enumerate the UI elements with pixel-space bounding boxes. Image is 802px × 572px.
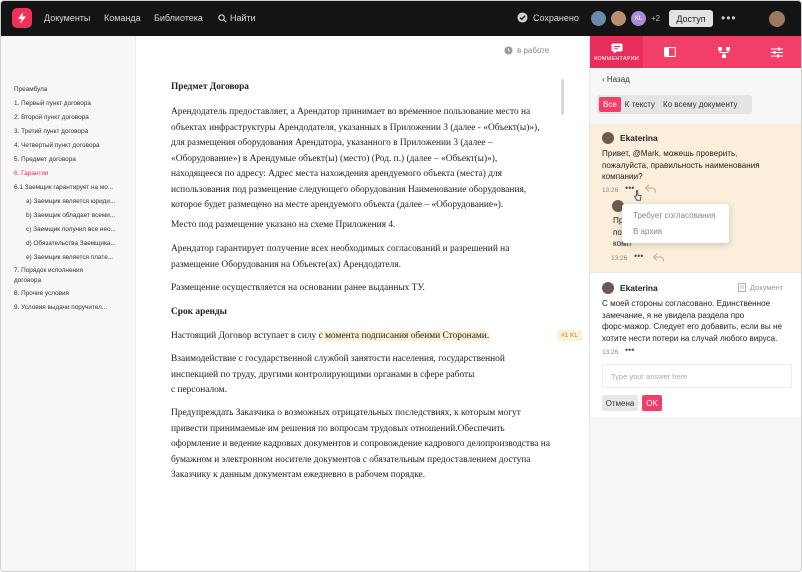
toc-item-active[interactable]: 6. Гарантии: [14, 169, 48, 178]
tab-layout[interactable]: [643, 36, 696, 68]
comment-thread[interactable]: Ekaterina Привет, @Mark, можешь проверит…: [590, 124, 801, 272]
check-circle-icon: [517, 12, 528, 23]
comment-scope-label: Документ: [750, 283, 784, 292]
cancel-button[interactable]: Отмена: [602, 395, 638, 411]
toc-item[interactable]: 1. Первый пункт договора: [14, 99, 91, 108]
toc-item[interactable]: a) Заемщик является юриди...: [26, 197, 126, 206]
clock-icon: [504, 46, 513, 55]
search-icon: [218, 13, 227, 22]
toc-item[interactable]: 7. Порядок исполнения договора: [14, 266, 109, 286]
cursor-icon: [634, 190, 642, 201]
sliders-icon: [771, 47, 783, 57]
toc-item[interactable]: 4. Четвертый пункт договора: [14, 141, 100, 150]
paragraph[interactable]: Арендатор гарантирует получение всех нео…: [171, 242, 561, 273]
toc-item[interactable]: 3. Третий пункт договора: [14, 127, 88, 136]
comment-icon: [611, 43, 622, 53]
comment-scope: Документ: [738, 283, 783, 292]
nav-search[interactable]: Найти: [218, 13, 256, 23]
top-bar: Документы Команда Библиотека Найти Сохра…: [1, 1, 801, 36]
reply-icon[interactable]: [645, 184, 656, 193]
filter-to-text[interactable]: К тексту: [621, 97, 659, 112]
nav-team[interactable]: Команда: [104, 13, 141, 23]
avatar: [602, 132, 614, 144]
menu-item-needs-approval[interactable]: Требует согласования: [633, 211, 715, 220]
collaborators[interactable]: KL +2: [591, 11, 660, 26]
user-avatar[interactable]: [769, 11, 785, 27]
comment-filters: Все К тексту Ко всему документу: [597, 95, 752, 114]
paragraph[interactable]: Размещение осуществляется на основании р…: [171, 281, 561, 297]
toc-item[interactable]: 5. Предмет договора: [14, 155, 76, 164]
nav-documents[interactable]: Документы: [44, 13, 90, 23]
nav-search-label: Найти: [230, 13, 256, 23]
comments-panel: КОММЕНТАРИИ ‹ Назад Все К тексту Ко всем…: [589, 36, 801, 571]
toc-item[interactable]: 9. Условия выдачи поручител...: [14, 303, 124, 312]
reply-time: 13:26: [611, 255, 628, 262]
panel-tabs: КОММЕНТАРИИ: [590, 36, 801, 68]
section-heading: Предмет Договора: [171, 82, 249, 92]
ok-button[interactable]: OK: [642, 395, 662, 411]
hierarchy-icon: [717, 46, 730, 58]
comment-time: 13:26: [602, 187, 619, 194]
more-icon[interactable]: •••: [721, 11, 737, 25]
nav-library[interactable]: Библиотека: [154, 13, 203, 23]
more-users-count[interactable]: +2: [651, 14, 660, 23]
paragraph[interactable]: Место под размещение указано на схеме Пр…: [171, 218, 561, 234]
toc-item[interactable]: Преамбула: [14, 85, 47, 94]
tab-structure[interactable]: [697, 36, 750, 68]
filter-all[interactable]: Все: [599, 97, 621, 112]
tab-comments-label: КОММЕНТАРИИ: [594, 55, 639, 62]
layout-icon: [663, 47, 676, 57]
paragraph[interactable]: Арендодатель предоставляет, а Арендатор …: [171, 105, 561, 214]
saved-status: Сохранено: [517, 12, 579, 23]
toc-item[interactable]: 8. Прочие условия: [14, 289, 69, 298]
comment-time: 13:26: [602, 349, 619, 356]
comment-text: С моей стороны согласовано. Единственное…: [602, 299, 782, 343]
filter-whole-document[interactable]: Ко всему документу: [659, 97, 742, 112]
comment-author: Ekaterina: [620, 133, 658, 143]
back-link[interactable]: ‹ Назад: [602, 75, 630, 84]
tab-comments[interactable]: КОММЕНТАРИИ: [590, 36, 643, 68]
answer-input[interactable]: Type your answer here: [602, 364, 792, 388]
commented-text-highlight[interactable]: с момента подписания обеими Сторонами.: [318, 331, 490, 341]
toc-item[interactable]: d) Обязательства Заемщика...: [26, 239, 126, 248]
doc-status-label: в работе: [517, 46, 550, 55]
comment-tag[interactable]: #1 KL: [557, 330, 582, 341]
more-options-icon[interactable]: •••: [625, 345, 634, 355]
comment-author: Ekaterina: [620, 283, 658, 293]
section-heading: Срок аренды: [171, 307, 227, 317]
document-icon: [738, 283, 746, 292]
saved-label: Сохранено: [533, 12, 579, 23]
comment-context-menu: Требует согласования В архив: [622, 204, 729, 243]
toc-item[interactable]: 2. Второй пункт договора: [14, 113, 89, 122]
paragraph[interactable]: Предупреждать Заказчика о возможных отри…: [171, 406, 561, 484]
paragraph[interactable]: Взаимодействие с государственной службой…: [171, 352, 561, 399]
tab-settings[interactable]: [750, 36, 801, 68]
avatar[interactable]: [591, 11, 606, 26]
app-logo[interactable]: [12, 8, 32, 28]
avatar: [602, 282, 614, 294]
access-button[interactable]: Доступ: [669, 10, 713, 27]
chevron-left-icon: ‹: [602, 75, 605, 84]
back-label: Назад: [606, 75, 630, 84]
app-window: Документы Команда Библиотека Найти Сохра…: [0, 0, 802, 572]
scrollbar[interactable]: [561, 79, 564, 115]
reply-icon[interactable]: [653, 253, 664, 262]
avatar[interactable]: [611, 11, 626, 26]
menu-item-archive[interactable]: В архив: [633, 227, 662, 236]
paragraph[interactable]: Настоящий Договор вступает в силу с моме…: [171, 329, 561, 345]
avatar-initials[interactable]: KL: [631, 11, 646, 26]
toc-item[interactable]: 6.1 Заемщик гарантирует на мо...: [14, 183, 124, 192]
comment-text: Привет, @Mark, можешь проверить, пожалуйс…: [602, 149, 760, 181]
more-options-icon[interactable]: •••: [634, 251, 643, 261]
doc-status[interactable]: в работе: [504, 46, 549, 55]
table-of-contents: Преамбула 1. Первый пункт договора 2. Вт…: [1, 36, 136, 571]
toc-item[interactable]: e) Заемщик является плате...: [26, 253, 126, 262]
toc-item[interactable]: c) Заемщик получил все нео...: [26, 225, 126, 234]
toc-item[interactable]: b) Заемщик обладает всеми...: [26, 211, 126, 220]
